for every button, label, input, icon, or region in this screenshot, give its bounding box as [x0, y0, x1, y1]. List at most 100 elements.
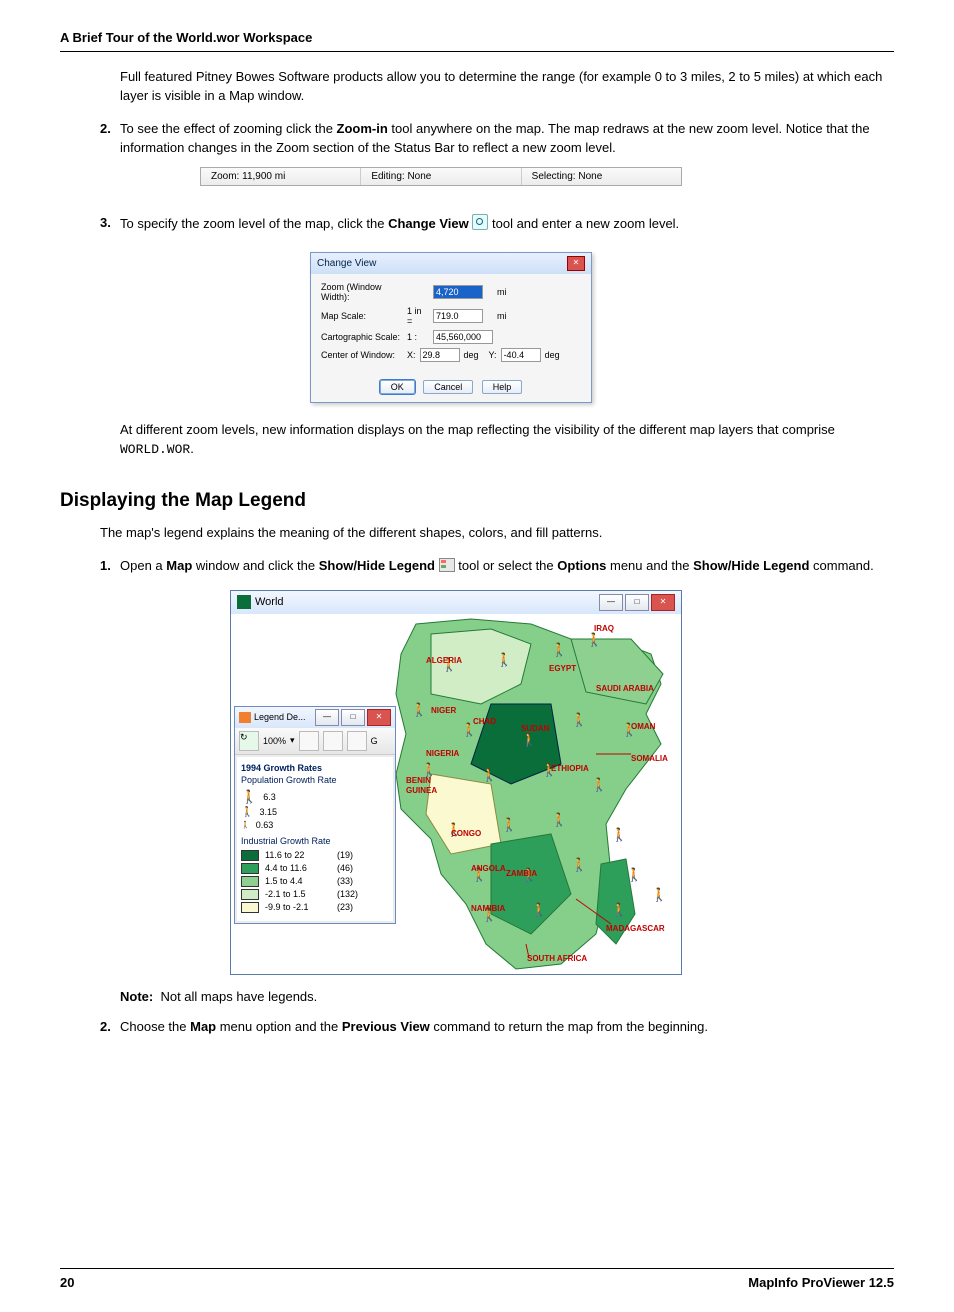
product-name: MapInfo ProViewer 12.5 [748, 1275, 894, 1290]
cancel-button[interactable]: Cancel [423, 380, 473, 394]
refresh-icon[interactable]: ↻ [239, 731, 259, 751]
legend-color-row: 1.5 to 4.4(33) [241, 876, 389, 887]
page-header-title: A Brief Tour of the World.wor Workspace [60, 30, 894, 45]
center-y-input[interactable] [501, 348, 541, 362]
country-label: EGYPT [549, 664, 576, 673]
country-label: SOUTH AFRICA [527, 954, 587, 963]
svg-text:🚶: 🚶 [571, 857, 587, 872]
maximize-button[interactable]: □ [625, 594, 649, 611]
row-zoom: Zoom (Window Width): mi [321, 282, 581, 302]
change-view-dialog: Change View ✕ Zoom (Window Width): mi Ma… [310, 252, 592, 403]
legend-maximize-button[interactable]: □ [341, 709, 365, 726]
dialog-close-button[interactable]: ✕ [567, 256, 585, 271]
color-swatch [241, 876, 259, 887]
country-label: NIGERIA [426, 749, 459, 758]
legend-color-row: 11.6 to 22(19) [241, 850, 389, 861]
dropdown-icon[interactable]: ▾ [290, 735, 295, 746]
map-canvas[interactable]: 🚶🚶🚶🚶 🚶🚶🚶🚶🚶 🚶🚶🚶🚶 🚶🚶🚶🚶 🚶🚶🚶🚶🚶 🚶🚶🚶 ALGERIAEG… [231, 614, 681, 974]
tool-icon-3[interactable] [347, 731, 367, 751]
legend-heading: 1994 Growth Rates [241, 763, 389, 773]
step-3: 3. To specify the zoom level of the map,… [100, 214, 894, 234]
status-selecting: Selecting: None [522, 168, 681, 185]
color-swatch [241, 889, 259, 900]
country-label: SOMALIA [631, 754, 668, 763]
country-label: NAMIBIA [471, 904, 505, 913]
status-editing: Editing: None [361, 168, 521, 185]
header-rule [60, 51, 894, 52]
person-icon: 🚶 [241, 807, 253, 818]
status-bar-figure: Zoom: 11,900 mi Editing: None Selecting:… [200, 167, 894, 186]
world-window-figure: World — □ ✕ [230, 590, 894, 975]
country-label: SAUDI ARABIA [596, 684, 654, 693]
color-swatch [241, 850, 259, 861]
legend-pop-row: 🚶0.63 [241, 820, 389, 830]
svg-text:🚶: 🚶 [496, 652, 512, 667]
legend-color-row: -2.1 to 1.5(132) [241, 889, 389, 900]
intro-paragraph: Full featured Pitney Bowes Software prod… [120, 68, 894, 106]
step-3-text: To specify the zoom level of the map, cl… [120, 214, 894, 234]
legend-g-label: G [371, 736, 378, 746]
country-label: ANGOLA [471, 864, 506, 873]
legend-minimize-button[interactable]: — [315, 709, 339, 726]
change-view-icon [472, 214, 488, 230]
country-label: ZAMBIA [506, 869, 537, 878]
page-footer: 20 MapInfo ProViewer 12.5 [60, 1268, 894, 1290]
svg-text:🚶: 🚶 [521, 732, 537, 747]
tool-icon-1[interactable] [299, 731, 319, 751]
legend-zoom-value: 100% [263, 736, 286, 746]
step-2-text: To see the effect of zooming click the Z… [120, 120, 894, 158]
legend-pop-row: 🚶6.3 [241, 789, 389, 805]
world-titlebar: World — □ ✕ [231, 591, 681, 614]
legend-close-button[interactable]: ✕ [367, 709, 391, 726]
country-label: ETHIOPIA [551, 764, 589, 773]
zoom-input[interactable] [433, 285, 483, 299]
row-center: Center of Window: X: deg Y: deg [321, 348, 581, 362]
legend-body: 1994 Growth Rates Population Growth Rate… [237, 757, 393, 921]
svg-text:🚶: 🚶 [531, 902, 547, 917]
legend-icon [439, 558, 455, 572]
legend-designer-window: Legend De... — □ ✕ ↻ 100% ▾ [234, 706, 396, 924]
section2-step-2: 2. Choose the Map menu option and the Pr… [100, 1018, 894, 1037]
center-x-input[interactable] [420, 348, 460, 362]
section-heading: Displaying the Map Legend [60, 490, 894, 512]
row-carto-scale: Cartographic Scale: 1 : [321, 330, 581, 344]
legend-color-row: -9.9 to -2.1(23) [241, 902, 389, 913]
row-map-scale: Map Scale: 1 in = mi [321, 306, 581, 326]
svg-text:🚶: 🚶 [551, 812, 567, 827]
step-2-num: 2. [100, 120, 120, 158]
legend-pop-row: 🚶3.15 [241, 807, 389, 818]
country-label: ALGERIA [426, 656, 462, 665]
help-button[interactable]: Help [482, 380, 523, 394]
svg-text:🚶: 🚶 [421, 762, 437, 777]
world-window-title: World [255, 596, 284, 608]
section2-step-1: 1. Open a Map window and click the Show/… [100, 557, 894, 576]
page-number: 20 [60, 1275, 74, 1290]
section-intro: The map's legend explains the meaning of… [100, 524, 894, 543]
ok-button[interactable]: OK [380, 380, 415, 394]
svg-text:🚶: 🚶 [571, 712, 587, 727]
status-zoom: Zoom: 11,900 mi [201, 168, 361, 185]
country-label: CHAD [473, 717, 496, 726]
country-label: GUINEA [406, 786, 437, 795]
map-scale-input[interactable] [433, 309, 483, 323]
world-window: World — □ ✕ [230, 590, 682, 975]
after-dialog-paragraph: At different zoom levels, new informatio… [120, 421, 894, 460]
step-2: 2. To see the effect of zooming click th… [100, 120, 894, 158]
country-label: IRAQ [594, 624, 614, 633]
close-button[interactable]: ✕ [651, 594, 675, 611]
person-icon: 🚶 [241, 821, 250, 829]
change-view-dialog-figure: Change View ✕ Zoom (Window Width): mi Ma… [310, 252, 894, 403]
carto-scale-input[interactable] [433, 330, 493, 344]
world-window-icon [237, 595, 251, 609]
svg-text:🚶: 🚶 [551, 642, 567, 657]
country-label: SUDAN [521, 724, 549, 733]
svg-text:🚶: 🚶 [651, 887, 667, 902]
note-line: Note: Not all maps have legends. [120, 989, 894, 1004]
minimize-button[interactable]: — [599, 594, 623, 611]
tool-icon-2[interactable] [323, 731, 343, 751]
legend-sub-2: Industrial Growth Rate [241, 836, 389, 846]
legend-toolbar: ↻ 100% ▾ G [235, 728, 395, 755]
svg-text:🚶: 🚶 [591, 777, 607, 792]
color-swatch [241, 902, 259, 913]
svg-text:🚶: 🚶 [411, 702, 427, 717]
